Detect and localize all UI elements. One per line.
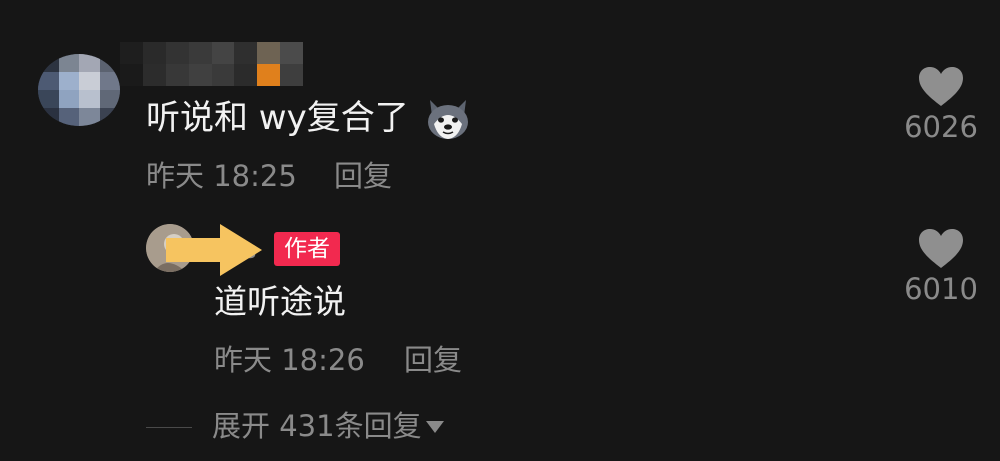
reply-like-count: 6010 (904, 272, 978, 306)
reply-like-button[interactable]: 6010 (896, 228, 986, 306)
expand-replies-label: 展开 431条回复 (212, 409, 422, 443)
heart-icon (919, 67, 963, 106)
username-blurred[interactable] (120, 42, 303, 86)
comment-timestamp: 昨天 18:25 (146, 159, 297, 193)
divider (146, 427, 192, 428)
husky-emoji-icon (428, 100, 468, 139)
reply-button[interactable]: 回复 (334, 158, 392, 194)
like-count: 6026 (904, 110, 978, 144)
comment-text: 听说和 wy复合了 (146, 98, 409, 138)
comment-section: 听说和 wy复合了 昨天 18:25 回复 6026 s 作者 道听途说 昨天 … (0, 0, 1000, 461)
heart-icon (919, 229, 963, 268)
reply-timestamp: 昨天 18:26 (214, 343, 365, 377)
caret-down-icon (425, 421, 444, 433)
reply-text: 道听途说 (214, 282, 346, 321)
like-button[interactable]: 6026 (896, 66, 986, 144)
reply-to-reply-button[interactable]: 回复 (404, 342, 462, 378)
arrow-right-icon (166, 224, 262, 276)
avatar[interactable] (38, 54, 120, 126)
expand-replies-button[interactable]: 展开 431条回复 (212, 408, 444, 444)
author-badge: 作者 (274, 232, 340, 266)
